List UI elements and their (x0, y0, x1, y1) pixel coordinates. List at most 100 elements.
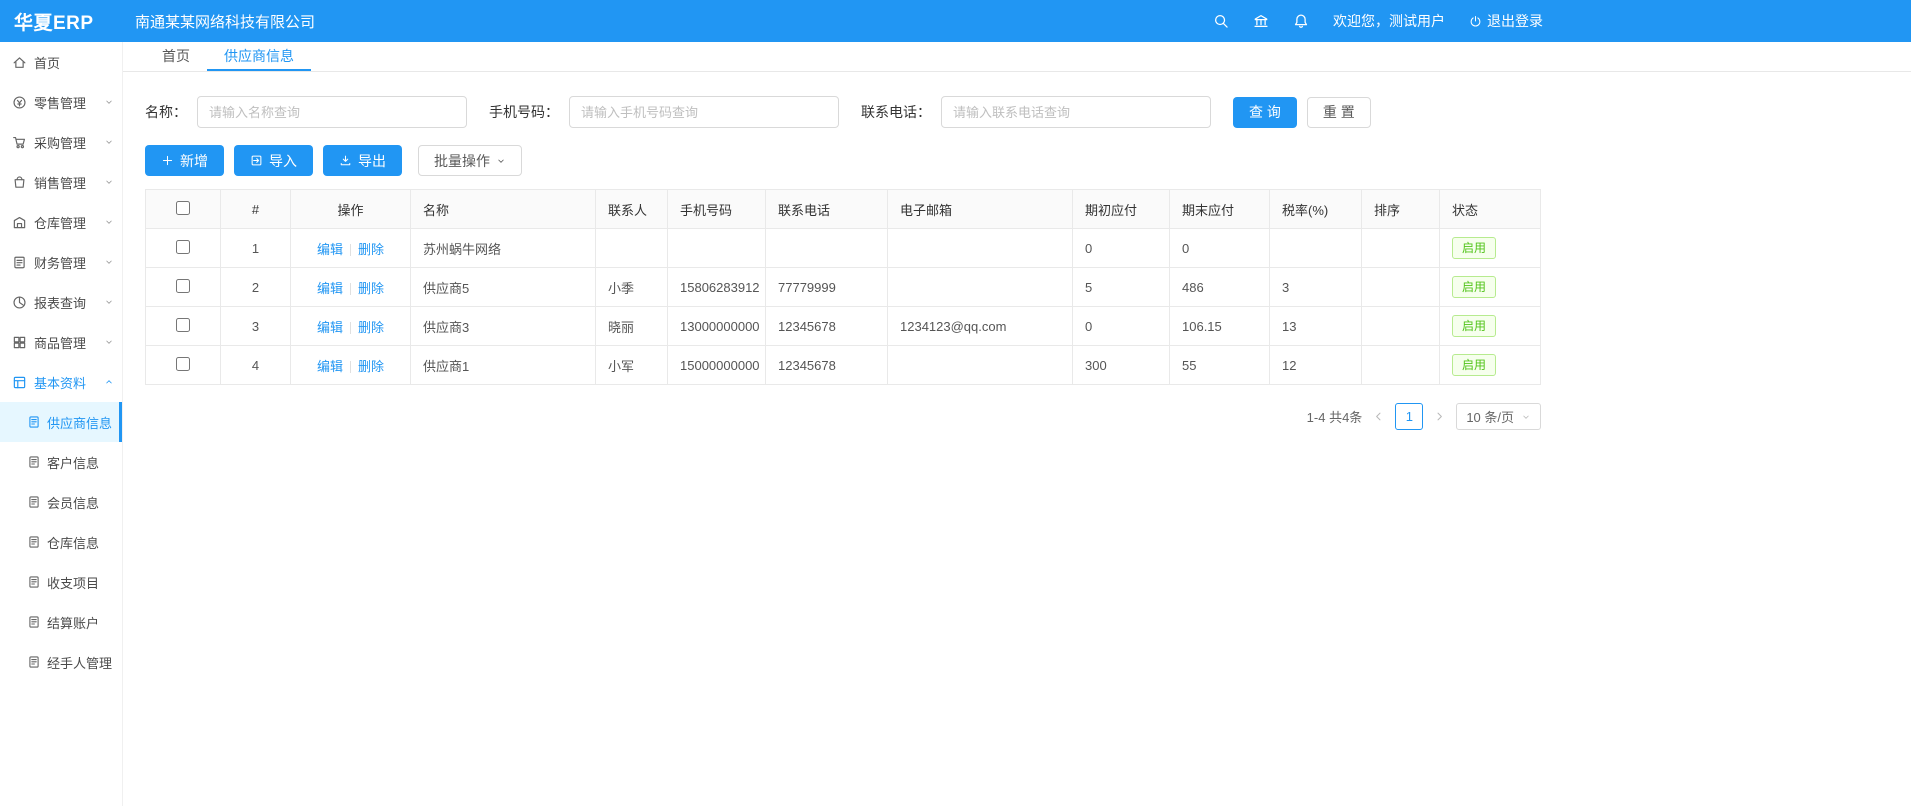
import-icon (250, 154, 263, 167)
page-size-value: 10 条/页 (1466, 407, 1514, 426)
row-checkbox[interactable] (176, 240, 190, 254)
row-actions: 编辑删除 (291, 307, 411, 346)
sidebar-subitem[interactable]: 客户信息 (0, 442, 122, 482)
cell-mobile: 15000000000 (668, 346, 766, 385)
topbar-actions: 欢迎您，测试用户 退出登录 (1213, 0, 1543, 42)
column-header: 名称 (411, 190, 596, 229)
chevron-down-icon (104, 217, 114, 227)
sidebar-item[interactable]: 零售管理 (0, 82, 122, 122)
sidebar-subitem-label: 经手人管理 (47, 653, 112, 672)
edit-link[interactable]: 编辑 (317, 320, 343, 335)
table-header-row: #操作名称联系人手机号码联系电话电子邮箱期初应付期末应付税率(%)排序状态 (146, 190, 1541, 229)
query-button[interactable]: 查 询 (1233, 97, 1297, 128)
logout-icon (1469, 15, 1482, 28)
reset-button[interactable]: 重 置 (1307, 97, 1371, 128)
search-form: 名称： 手机号码： 联系电话： 查 询 重 置 (145, 96, 1541, 128)
sidebar-subitem[interactable]: 收支项目 (0, 562, 122, 602)
sidebar-item[interactable]: 财务管理 (0, 242, 122, 282)
cell-name: 苏州蜗牛网络 (411, 229, 596, 268)
row-actions: 编辑删除 (291, 268, 411, 307)
link-divider (350, 361, 351, 373)
cell-tel: 12345678 (766, 307, 888, 346)
row-checkbox-cell (146, 229, 221, 268)
import-button[interactable]: 导入 (234, 145, 313, 176)
logout-button[interactable]: 退出登录 (1469, 11, 1543, 31)
delete-link[interactable]: 删除 (358, 281, 384, 296)
page-content: 名称： 手机号码： 联系电话： 查 询 重 置 (123, 72, 1541, 430)
delete-link[interactable]: 删除 (358, 242, 384, 257)
row-checkbox[interactable] (176, 357, 190, 371)
current-page[interactable]: 1 (1395, 403, 1423, 430)
tab-item[interactable]: 供应商信息 (207, 42, 311, 71)
cell-end-payable: 55 (1170, 346, 1270, 385)
page-size-select[interactable]: 10 条/页 (1456, 403, 1541, 430)
notification-bell-icon[interactable] (1293, 13, 1309, 29)
sidebar-item[interactable]: 商品管理 (0, 322, 122, 362)
column-header: 期初应付 (1073, 190, 1170, 229)
sidebar-item-label: 零售管理 (34, 93, 86, 112)
sidebar-subitem[interactable]: 仓库信息 (0, 522, 122, 562)
row-checkbox[interactable] (176, 318, 190, 332)
sidebar-subitem-label: 结算账户 (47, 613, 99, 632)
tab-item[interactable]: 首页 (145, 42, 207, 71)
cell-email: 1234123@qq.com (888, 307, 1073, 346)
doc-icon (27, 455, 41, 469)
sidebar-subitem-label: 仓库信息 (47, 533, 99, 552)
sidebar-item-label: 商品管理 (34, 333, 86, 352)
mobile-search-input[interactable] (569, 96, 839, 128)
add-button[interactable]: 新增 (145, 145, 224, 176)
search-icon[interactable] (1213, 13, 1229, 29)
sidebar: 首页零售管理采购管理销售管理仓库管理财务管理报表查询商品管理基本资料供应商信息客… (0, 42, 123, 806)
batch-actions-button[interactable]: 批量操作 (418, 145, 522, 176)
cell-email (888, 346, 1073, 385)
sidebar-item[interactable]: 销售管理 (0, 162, 122, 202)
row-actions: 编辑删除 (291, 346, 411, 385)
platform-icon[interactable] (1253, 13, 1269, 29)
next-page-icon[interactable] (1433, 410, 1446, 423)
delete-link[interactable]: 删除 (358, 359, 384, 374)
sidebar-item-label: 财务管理 (34, 253, 86, 272)
export-button[interactable]: 导出 (323, 145, 402, 176)
cell-contact: 小季 (596, 268, 668, 307)
sidebar-item[interactable]: 仓库管理 (0, 202, 122, 242)
prev-page-icon[interactable] (1372, 410, 1385, 423)
edit-link[interactable]: 编辑 (317, 242, 343, 257)
sidebar-item[interactable]: 采购管理 (0, 122, 122, 162)
table-row: 1 编辑删除 苏州蜗牛网络 0 0 启 (146, 229, 1541, 268)
cell-mobile: 15806283912 (668, 268, 766, 307)
cell-mobile: 13000000000 (668, 307, 766, 346)
chevron-down-icon (104, 137, 114, 147)
plus-icon (161, 154, 174, 167)
sidebar-subitem[interactable]: 经手人管理 (0, 642, 122, 682)
column-header: 手机号码 (668, 190, 766, 229)
column-header: 排序 (1362, 190, 1440, 229)
name-search-input[interactable] (197, 96, 467, 128)
report-icon (12, 295, 27, 310)
row-actions: 编辑删除 (291, 229, 411, 268)
import-button-label: 导入 (269, 151, 297, 171)
sidebar-item[interactable]: 报表查询 (0, 282, 122, 322)
cell-sort (1362, 268, 1440, 307)
edit-link[interactable]: 编辑 (317, 359, 343, 374)
status-badge: 启用 (1452, 276, 1496, 298)
select-all-checkbox[interactable] (176, 201, 190, 215)
sidebar-subitem[interactable]: 结算账户 (0, 602, 122, 642)
sidebar-subitem[interactable]: 供应商信息 (0, 402, 122, 442)
sidebar-item[interactable]: 基本资料 (0, 362, 122, 402)
sales-icon (12, 175, 27, 190)
chevron-down-icon (496, 156, 506, 166)
edit-link[interactable]: 编辑 (317, 281, 343, 296)
link-divider (350, 283, 351, 295)
doc-icon (27, 575, 41, 589)
sidebar-subitem[interactable]: 会员信息 (0, 482, 122, 522)
row-checkbox[interactable] (176, 279, 190, 293)
cell-begin-payable: 0 (1073, 307, 1170, 346)
doc-icon (27, 415, 41, 429)
cell-tax-rate: 3 (1270, 268, 1362, 307)
column-header: 状态 (1440, 190, 1541, 229)
delete-link[interactable]: 删除 (358, 320, 384, 335)
tel-search-input[interactable] (941, 96, 1211, 128)
pagination: 1-4 共4条 1 10 条/页 (145, 403, 1541, 430)
home-icon (12, 55, 27, 70)
sidebar-item[interactable]: 首页 (0, 42, 122, 82)
